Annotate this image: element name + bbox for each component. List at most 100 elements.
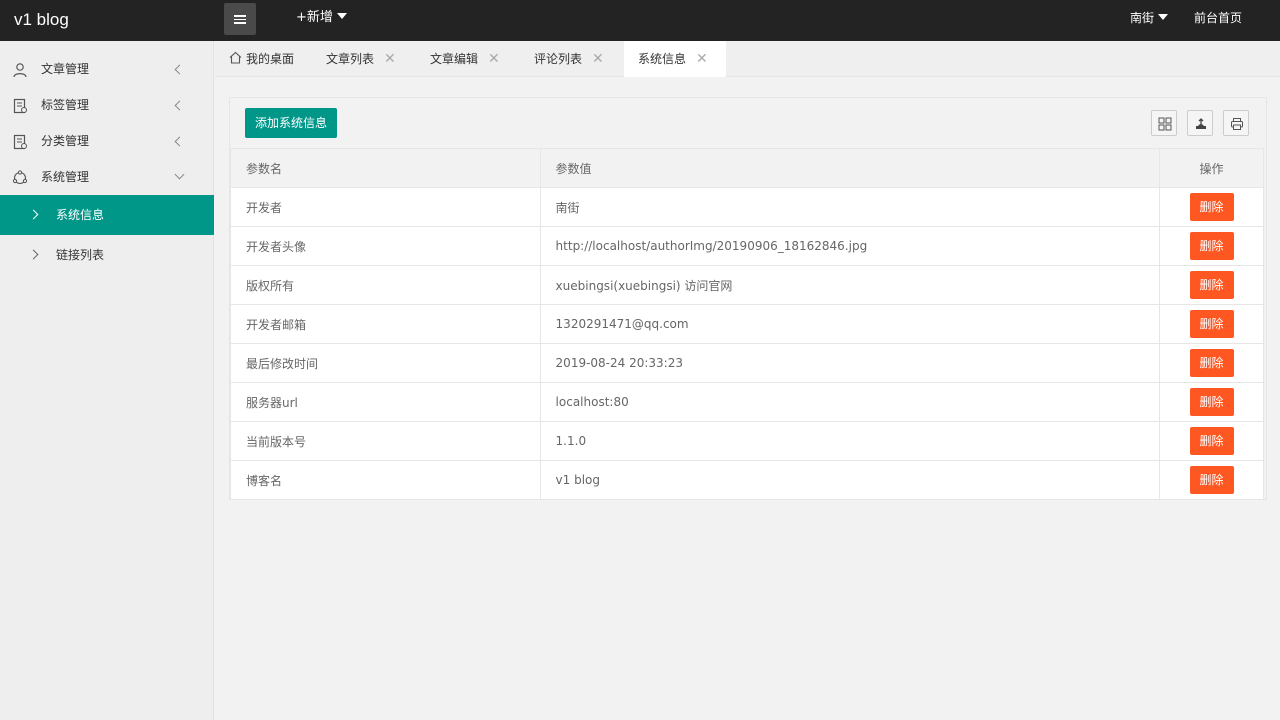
param-name-cell: 当前版本号 — [230, 421, 541, 461]
table-row: 版权所有 xuebingsi(xuebingsi) 访问官网 删除 — [230, 265, 1264, 305]
tab-label: 我的桌面 — [246, 52, 295, 66]
tab-article-list[interactable]: 文章列表 ✕ — [326, 41, 418, 77]
sidebar-item-tags[interactable]: 标签管理 — [0, 87, 214, 123]
param-name-cell: 博客名 — [230, 460, 541, 500]
tab-label: 系统信息 — [638, 52, 687, 66]
actions-cell: 删除 — [1159, 343, 1264, 383]
tab-my-desktop[interactable]: 我的桌面 — [229, 41, 319, 77]
document-icon — [13, 134, 27, 150]
column-header-name: 参数名 — [230, 148, 541, 188]
delete-button[interactable]: 删除 — [1189, 310, 1234, 338]
caret-down-icon — [336, 12, 347, 19]
user-icon — [13, 63, 27, 78]
system-info-table: 参数名 参数值 操作 开发者 南街 删除 开发者头像 http://localhost/… — [230, 148, 1264, 500]
param-value-cell: 2019-08-24 20:33:23 — [539, 343, 1161, 383]
table-row: 博客名 v1 blog 删除 — [230, 460, 1264, 500]
table-row: 最后修改时间 2019-08-24 20:33:23 删除 — [230, 343, 1264, 383]
table-header-row: 参数名 参数值 操作 — [230, 148, 1264, 188]
sidebar: 文章管理 标签管理 分类管理 系统管理 系统信息 链接列表 — [0, 41, 214, 720]
export-button[interactable] — [1187, 110, 1213, 136]
chevron-right-icon — [28, 209, 39, 220]
home-icon — [229, 51, 242, 64]
columns-icon — [1158, 117, 1172, 131]
tab-article-edit[interactable]: 文章编辑 ✕ — [430, 41, 522, 77]
delete-button[interactable]: 删除 — [1189, 427, 1234, 455]
print-icon — [1231, 118, 1243, 130]
actions-cell: 删除 — [1159, 265, 1264, 305]
close-icon[interactable]: ✕ — [488, 41, 500, 77]
param-name-cell: 开发者邮箱 — [230, 304, 541, 344]
sidebar-item-categories[interactable]: 分类管理 — [0, 123, 214, 159]
add-system-info-button[interactable]: 添加系统信息 — [245, 108, 337, 138]
chevron-left-icon — [174, 51, 185, 87]
front-page-link[interactable]: 前台首页 — [1194, 0, 1242, 36]
sidebar-item-articles[interactable]: 文章管理 — [0, 51, 214, 87]
chevron-down-icon — [174, 159, 185, 195]
param-value-cell: xuebingsi(xuebingsi) 访问官网 — [539, 265, 1161, 305]
param-value-cell: v1 blog — [539, 460, 1161, 500]
close-icon[interactable]: ✕ — [592, 41, 604, 77]
param-name-cell: 最后修改时间 — [230, 343, 541, 383]
delete-button[interactable]: 删除 — [1189, 271, 1234, 299]
table-row: 开发者邮箱 1320291471@qq.com 删除 — [230, 304, 1264, 344]
user-dropdown[interactable]: 南街 — [1130, 0, 1169, 36]
columns-button[interactable] — [1151, 110, 1177, 136]
add-new-dropdown[interactable]: +新增 — [296, 0, 347, 36]
param-value-cell: localhost:80 — [539, 382, 1161, 422]
app-logo[interactable]: v1 blog — [14, 0, 69, 41]
delete-button[interactable]: 删除 — [1189, 466, 1234, 494]
sidebar-item-label: 标签管理 — [41, 98, 90, 112]
delete-button[interactable]: 删除 — [1189, 193, 1234, 221]
table-row: 开发者头像 http://localhost/authorImg/20190906… — [230, 226, 1264, 266]
sidebar-item-system[interactable]: 系统管理 — [0, 159, 214, 195]
column-header-actions: 操作 — [1159, 148, 1264, 188]
tab-system-info[interactable]: 系统信息 ✕ — [624, 41, 726, 77]
param-value-cell: 1.1.0 — [539, 421, 1161, 461]
sidebar-subitem-label: 链接列表 — [56, 248, 105, 262]
hamburger-icon-line — [234, 22, 246, 24]
document-icon — [13, 98, 27, 114]
delete-button[interactable]: 删除 — [1189, 388, 1234, 416]
param-name-cell: 开发者 — [230, 187, 541, 227]
sidebar-item-label: 系统管理 — [41, 170, 90, 184]
sidebar-item-label: 分类管理 — [41, 134, 90, 148]
caret-down-icon — [1158, 13, 1169, 20]
param-value-cell: http://localhost/authorImg/20190906_1816… — [539, 226, 1161, 266]
sidebar-subitem-system-info[interactable]: 系统信息 — [0, 195, 214, 235]
sidebar-subitem-label: 系统信息 — [56, 208, 105, 222]
actions-cell: 删除 — [1159, 226, 1264, 266]
export-icon — [1196, 118, 1206, 129]
column-header-value: 参数值 — [539, 148, 1161, 188]
user-name: 南街 — [1130, 11, 1155, 25]
actions-cell: 删除 — [1159, 460, 1264, 500]
hamburger-icon-line — [234, 18, 246, 20]
param-name-cell: 服务器url — [230, 382, 541, 422]
print-button[interactable] — [1223, 110, 1249, 136]
actions-cell: 删除 — [1159, 421, 1264, 461]
tab-label: 文章编辑 — [430, 52, 479, 66]
tab-label: 文章列表 — [326, 52, 375, 66]
tab-label: 评论列表 — [534, 52, 583, 66]
delete-button[interactable]: 删除 — [1189, 349, 1234, 377]
param-name-cell: 版权所有 — [230, 265, 541, 305]
menu-toggle-button[interactable] — [224, 3, 256, 35]
table-row: 开发者 南街 删除 — [230, 187, 1264, 227]
delete-button[interactable]: 删除 — [1189, 232, 1234, 260]
param-value-cell: 南街 — [539, 187, 1161, 227]
actions-cell: 删除 — [1159, 304, 1264, 344]
param-value-cell: 1320291471@qq.com — [539, 304, 1161, 344]
close-icon[interactable]: ✕ — [384, 41, 396, 77]
add-new-label: +新增 — [296, 10, 333, 25]
tab-comment-list[interactable]: 评论列表 ✕ — [534, 41, 626, 77]
chevron-left-icon — [174, 87, 185, 123]
chevron-left-icon — [174, 123, 185, 159]
chevron-right-icon — [28, 249, 39, 260]
hamburger-icon — [234, 15, 246, 17]
top-header: v1 blog +新增 南街 前台首页 — [0, 0, 1280, 41]
sidebar-item-label: 文章管理 — [41, 62, 90, 76]
table-row: 当前版本号 1.1.0 删除 — [230, 421, 1264, 461]
sidebar-subitem-link-list[interactable]: 链接列表 — [0, 235, 214, 275]
cluster-icon — [12, 170, 28, 185]
close-icon[interactable]: ✕ — [696, 41, 708, 77]
actions-cell: 删除 — [1159, 382, 1264, 422]
